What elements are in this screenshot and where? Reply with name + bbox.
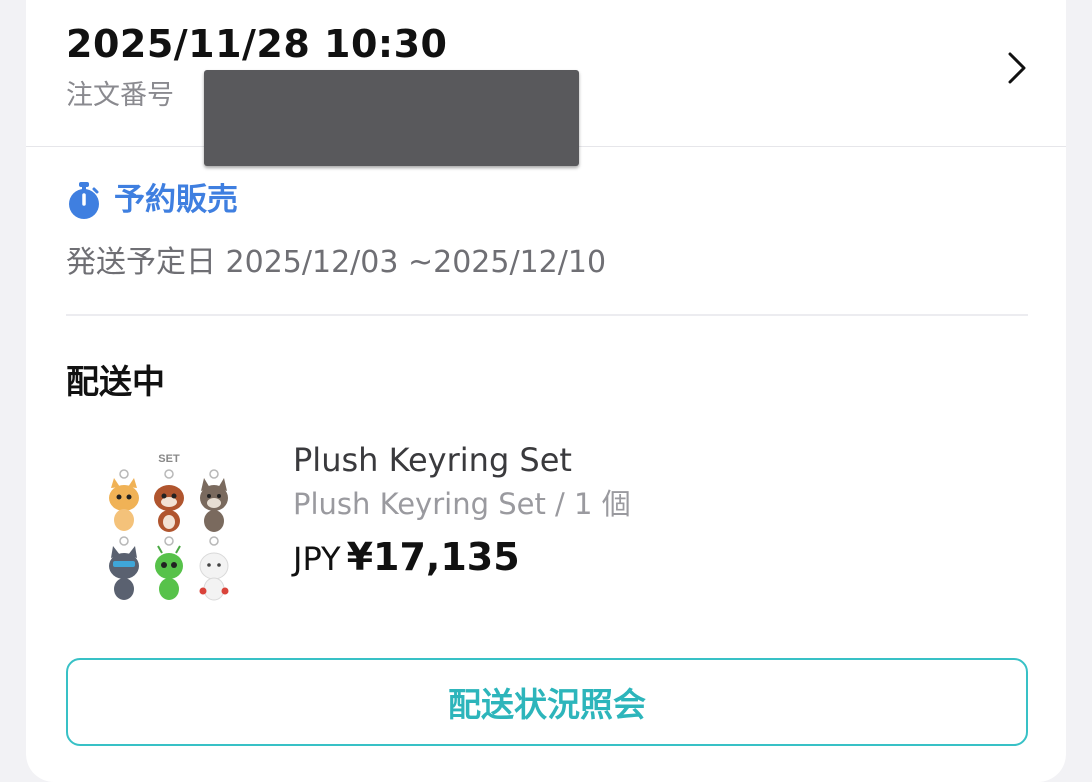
preorder-label: 予約販売 [114,182,238,218]
order-header[interactable]: 2025/11/28 10:30 注文番号 [26,10,1066,166]
product-title[interactable]: Plush Keyring Set [293,440,572,480]
scheduled-ship-date: 発送予定日 2025/12/03 ~2025/12/10 [66,245,607,280]
plush-gray-cat [109,546,139,600]
product-image[interactable]: SET [94,446,244,606]
price-amount: ¥17,135 [346,535,520,579]
redacted-order-number [204,70,579,166]
chevron-right-icon[interactable] [1002,48,1032,88]
order-number-label: 注文番号 [66,80,174,111]
product-variant-quantity: Plush Keyring Set / 1 個 [293,487,631,521]
divider [66,314,1028,316]
track-shipment-label: 配送状況照会 [448,685,646,724]
product-image-set-text: SET [158,453,180,465]
plush-wolf [200,478,228,532]
price-currency: JPY [293,540,341,578]
order-card: 2025/11/28 10:30 注文番号 予約販売 発送予定日 2025/12… [26,0,1066,782]
timer-icon [69,182,99,219]
preorder-row: 予約販売 [66,180,238,220]
plush-otter [154,485,184,532]
plush-alien [155,545,183,600]
plush-white-bear [199,552,229,601]
plush-cat [109,478,139,531]
product-price: JPY ¥17,135 [293,534,520,588]
order-datetime: 2025/11/28 10:30 [66,22,448,66]
track-shipment-button[interactable]: 配送状況照会 [66,658,1028,746]
shipping-status: 配送中 [66,362,165,401]
